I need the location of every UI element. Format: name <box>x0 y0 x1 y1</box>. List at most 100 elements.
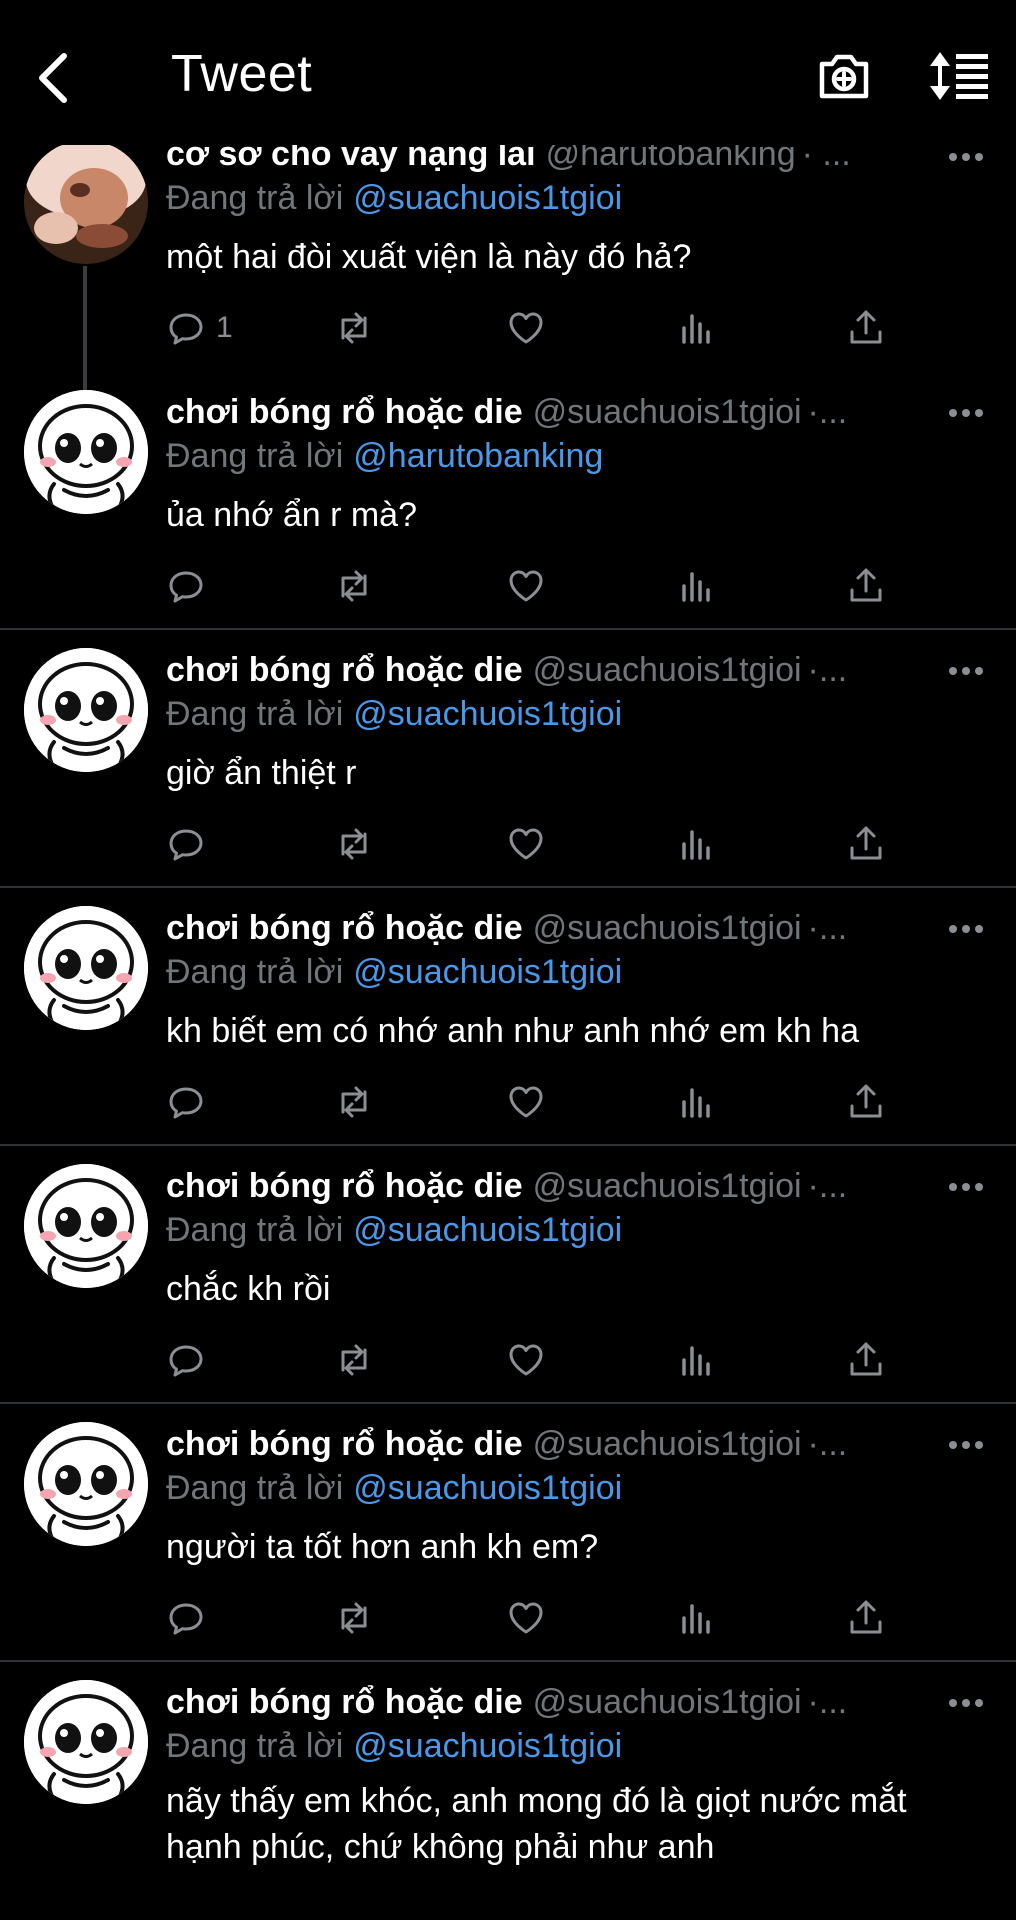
author-name[interactable]: chơi bóng rổ hoặc die <box>166 1167 523 1205</box>
reply-icon <box>169 1345 203 1377</box>
replying-to-mention[interactable]: @suachuois1tgioi <box>353 1211 622 1249</box>
cartoon-avatar-icon <box>24 906 148 1030</box>
author-name[interactable]: chơi bóng rổ hoặc die <box>166 1425 523 1463</box>
more-dots-icon[interactable] <box>948 1440 984 1450</box>
tweet[interactable]: chơi bóng rổ hoặc die @suachuois1tgioi ·..… <box>0 1402 1016 1660</box>
tweet-author-line[interactable]: chơi bóng rổ hoặc die @suachuois1tgioi ·..… <box>166 392 936 432</box>
author-handle[interactable]: @suachuois1tgioi <box>533 1683 802 1721</box>
analytics-button[interactable] <box>676 1598 720 1638</box>
analytics-icon <box>682 830 710 860</box>
avatar-harutobanking[interactable] <box>24 140 148 264</box>
replying-to-label: Đang trả lời <box>166 1211 344 1249</box>
analytics-button[interactable] <box>676 824 720 864</box>
replying-to-mention[interactable]: @suachuois1tgioi <box>353 953 622 991</box>
replying-to: Đang trả lời @suachuois1tgioi <box>166 1210 622 1250</box>
tweet-author-line[interactable]: chơi bóng rổ hoặc die @suachuois1tgioi ·..… <box>166 1682 936 1722</box>
author-dot: ·... <box>807 1683 848 1721</box>
reply-button[interactable] <box>166 1082 210 1122</box>
camera-plus-icon <box>819 54 869 99</box>
more-dots-icon[interactable] <box>948 408 984 418</box>
like-button[interactable] <box>506 566 550 606</box>
replying-to-mention[interactable]: @suachuois1tgioi <box>353 179 622 217</box>
like-button[interactable] <box>506 1082 550 1122</box>
cartoon-avatar-icon <box>24 1680 148 1804</box>
avatar-suachuois1tgioi[interactable] <box>24 1164 148 1288</box>
replying-to-mention[interactable]: @suachuois1tgioi <box>353 1469 622 1507</box>
share-button[interactable] <box>846 1340 890 1380</box>
analytics-button[interactable] <box>676 308 720 348</box>
more-dots-icon[interactable] <box>948 1182 984 1192</box>
replying-to: Đang trả lời @suachuois1tgioi <box>166 178 622 218</box>
tweet-author-line[interactable]: chơi bóng rổ hoặc die @suachuois1tgioi ·..… <box>166 1424 936 1464</box>
avatar-suachuois1tgioi[interactable] <box>24 1422 148 1546</box>
author-handle[interactable]: @suachuois1tgioi <box>533 651 802 689</box>
reply-button[interactable] <box>166 1340 210 1380</box>
like-button[interactable] <box>506 824 550 864</box>
reply-button[interactable] <box>166 824 210 864</box>
author-name[interactable]: chơi bóng rổ hoặc die <box>166 651 523 689</box>
share-button[interactable] <box>846 566 890 606</box>
like-button[interactable] <box>506 1598 550 1638</box>
tweet-author-line[interactable]: chơi bóng rổ hoặc die @suachuois1tgioi ·..… <box>166 1166 936 1206</box>
share-button[interactable] <box>846 1082 890 1122</box>
author-handle[interactable]: @suachuois1tgioi <box>533 393 802 431</box>
author-handle[interactable]: @suachuois1tgioi <box>533 909 802 947</box>
back-button[interactable] <box>30 48 80 108</box>
reply-button[interactable] <box>166 566 210 606</box>
retweet-button[interactable] <box>334 1340 378 1380</box>
retweet-icon <box>341 1086 367 1118</box>
analytics-button[interactable] <box>676 566 720 606</box>
replying-to-mention[interactable]: @suachuois1tgioi <box>353 695 622 733</box>
reply-button[interactable] <box>166 308 210 348</box>
reply-button[interactable] <box>166 1598 210 1638</box>
share-button[interactable] <box>846 1598 890 1638</box>
avatar-suachuois1tgioi[interactable] <box>24 1680 148 1804</box>
retweet-button[interactable] <box>334 1598 378 1638</box>
avatar-photo-icon <box>24 140 148 264</box>
like-button[interactable] <box>506 308 550 348</box>
cartoon-avatar-icon <box>24 390 148 514</box>
replying-to: Đang trả lời @suachuois1tgioi <box>166 952 622 992</box>
like-icon <box>509 1344 543 1376</box>
tweet-author-line[interactable]: chơi bóng rổ hoặc die @suachuois1tgioi ·..… <box>166 650 936 690</box>
sort-button[interactable] <box>928 50 990 102</box>
tweet-author-line[interactable]: chơi bóng rổ hoặc die @suachuois1tgioi ·..… <box>166 908 936 948</box>
author-handle[interactable]: @suachuois1tgioi <box>533 1425 802 1463</box>
author-name[interactable]: chơi bóng rổ hoặc die <box>166 1683 523 1721</box>
more-dots-icon[interactable] <box>948 1698 984 1708</box>
tweet[interactable]: chơi bóng rổ hoặc die @suachuois1tgioi ·..… <box>0 370 1016 628</box>
tweet[interactable]: chơi bóng rổ hoặc die @suachuois1tgioi ·..… <box>0 886 1016 1144</box>
replying-to-mention[interactable]: @harutobanking <box>353 437 603 475</box>
retweet-button[interactable] <box>334 824 378 864</box>
retweet-button[interactable] <box>334 566 378 606</box>
analytics-button[interactable] <box>676 1340 720 1380</box>
tweet[interactable]: chơi bóng rổ hoặc die @suachuois1tgioi ·..… <box>0 628 1016 886</box>
avatar-suachuois1tgioi[interactable] <box>24 390 148 514</box>
camera-button[interactable] <box>816 48 872 104</box>
analytics-icon <box>682 572 710 602</box>
back-chevron-icon <box>39 53 67 103</box>
avatar-suachuois1tgioi[interactable] <box>24 648 148 772</box>
replying-to-mention[interactable]: @suachuois1tgioi <box>353 1727 622 1765</box>
retweet-button[interactable] <box>334 1082 378 1122</box>
more-dots-icon[interactable] <box>948 924 984 934</box>
replying-to-label: Đang trả lời <box>166 179 344 217</box>
more-dots-icon[interactable] <box>948 152 984 162</box>
like-button[interactable] <box>506 1340 550 1380</box>
analytics-button[interactable] <box>676 1082 720 1122</box>
tweet[interactable]: chơi bóng rổ hoặc die @suachuois1tgioi ·..… <box>0 1144 1016 1402</box>
more-dots-icon[interactable] <box>948 666 984 676</box>
author-dot: ·... <box>807 393 848 431</box>
author-name[interactable]: chơi bóng rổ hoặc die <box>166 909 523 947</box>
reply-icon <box>169 829 203 861</box>
author-handle[interactable]: @suachuois1tgioi <box>533 1167 802 1205</box>
tweet[interactable]: chơi bóng rổ hoặc die @suachuois1tgioi ·..… <box>0 1660 1016 1920</box>
share-button[interactable] <box>846 308 890 348</box>
share-button[interactable] <box>846 824 890 864</box>
retweet-button[interactable] <box>334 308 378 348</box>
like-icon <box>509 828 543 860</box>
tweet-thread: cơ sở cho vay nặng lãi @harutobanking · ..… <box>0 0 1016 1920</box>
author-name[interactable]: chơi bóng rổ hoặc die <box>166 393 523 431</box>
tweet-text: chắc kh rồi <box>166 1270 331 1308</box>
avatar-suachuois1tgioi[interactable] <box>24 906 148 1030</box>
